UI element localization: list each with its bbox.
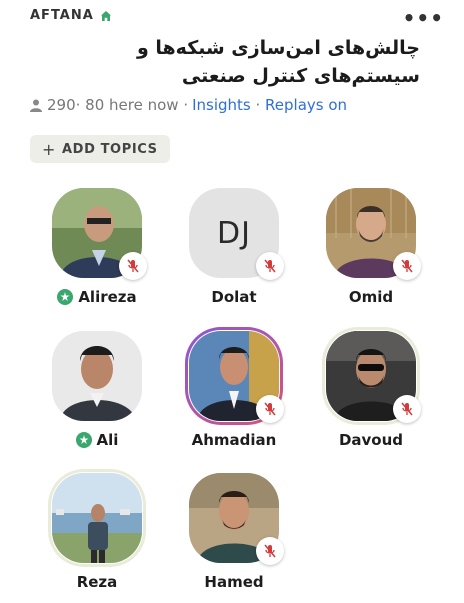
add-topics-label: ADD TOPICS [62, 141, 158, 157]
listener-count: 290 [47, 96, 76, 114]
avatar[interactable] [52, 331, 142, 421]
replays-link[interactable]: Replays on [265, 96, 347, 114]
meta-separator: · [250, 96, 266, 114]
speaker-name: Davoud [338, 431, 404, 449]
speaker-photo [52, 331, 142, 421]
person-icon [30, 99, 42, 112]
speaker-name-row: Dolat [164, 288, 304, 306]
speaker-tile-ali[interactable]: Ali [27, 331, 167, 461]
here-now: · 80 here now · [75, 96, 189, 114]
moderator-icon [75, 432, 92, 448]
club-link[interactable]: AFTANA [30, 8, 450, 23]
speaker-name-row: Ahmadian [164, 431, 304, 449]
muted-mic-icon [256, 252, 284, 280]
header: AFTANA ••• [30, 6, 450, 30]
speaker-name: Reza [76, 573, 118, 591]
room-meta: 290 · 80 here now · Insights · Replays o… [30, 96, 347, 114]
speaker-name: Ali [96, 431, 119, 449]
speaker-name-row: Davoud [301, 431, 441, 449]
moderator-icon [57, 289, 74, 305]
avatar[interactable] [52, 473, 142, 563]
speaker-name-row: Alireza [27, 288, 167, 306]
muted-mic-icon [393, 395, 421, 423]
speaker-name: Dolat [211, 288, 257, 306]
insights-link[interactable]: Insights [192, 96, 251, 114]
more-options-button[interactable]: ••• [403, 6, 444, 30]
speaker-tile-ahmadian[interactable]: Ahmadian [164, 327, 304, 461]
muted-mic-icon [119, 252, 147, 280]
muted-mic-icon [256, 395, 284, 423]
speaker-name-row: Reza [27, 573, 167, 591]
speaker-name-row: Ali [27, 431, 167, 449]
speaker-name: Omid [348, 288, 394, 306]
add-topics-button[interactable]: + ADD TOPICS [30, 135, 170, 163]
speaker-name: Ahmadian [191, 431, 277, 449]
plus-icon: + [42, 139, 57, 159]
muted-mic-icon [393, 252, 421, 280]
room-title: چالش‌های امن‌سازی شبکه‌ها و سیستم‌های کن… [136, 37, 420, 87]
speaker-tile-dolat[interactable]: DJ Dolat [164, 188, 304, 318]
speaker-tile-davoud[interactable]: Davoud [301, 327, 441, 461]
speaker-name-row: Omid [301, 288, 441, 306]
speaker-tile-alireza[interactable]: Alireza [27, 188, 167, 318]
speaker-name: Alireza [78, 288, 137, 306]
club-name: AFTANA [30, 8, 94, 23]
speaker-photo [52, 473, 142, 563]
speaker-tile-hamed[interactable]: Hamed [164, 473, 304, 603]
speaker-tile-omid[interactable]: Omid [301, 188, 441, 318]
speaker-tile-reza[interactable]: Reza [27, 469, 167, 603]
speaker-name: Hamed [204, 573, 264, 591]
muted-mic-icon [256, 537, 284, 565]
speaker-name-row: Hamed [164, 573, 304, 591]
house-icon [100, 10, 111, 21]
